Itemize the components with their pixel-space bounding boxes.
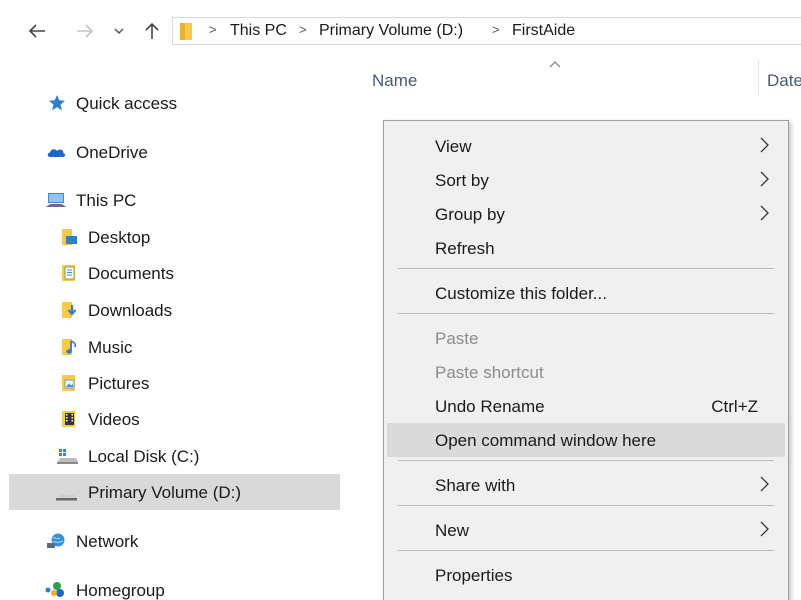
- menu-item-group-by[interactable]: Group by: [387, 197, 785, 231]
- breadcrumb-primary-volume[interactable]: Primary Volume (D:): [319, 22, 463, 40]
- desktop-folder-icon: [60, 228, 78, 246]
- sidebar-item-local-disk-c[interactable]: Local Disk (C:): [50, 439, 340, 473]
- sidebar-item-desktop[interactable]: Desktop: [50, 220, 340, 254]
- network-icon: [46, 532, 65, 550]
- breadcrumb-separator-icon: >: [492, 22, 500, 37]
- up-icon[interactable]: [141, 20, 163, 42]
- pictures-folder-icon: [60, 374, 78, 392]
- folder-icon: [179, 20, 193, 42]
- sidebar-item-music[interactable]: Music: [50, 330, 340, 364]
- breadcrumb-separator-icon: >: [209, 22, 217, 37]
- column-divider[interactable]: [758, 60, 759, 94]
- forward-icon[interactable]: [74, 20, 96, 42]
- shortcut-label: Ctrl+Z: [711, 397, 758, 416]
- sidebar-item-videos[interactable]: Videos: [50, 402, 340, 436]
- menu-separator: [398, 313, 774, 314]
- sidebar-item-this-pc[interactable]: This PC: [40, 183, 340, 217]
- sidebar-item-onedrive[interactable]: OneDrive: [40, 135, 340, 169]
- sidebar-item-downloads[interactable]: Downloads: [50, 293, 340, 327]
- menu-separator: [398, 505, 774, 506]
- menu-item-paste-shortcut: Paste shortcut: [435, 363, 544, 382]
- submenu-arrow-icon: [759, 205, 769, 221]
- menu-item-undo-rename[interactable]: Undo Rename Ctrl+Z: [387, 389, 785, 423]
- breadcrumb-separator-icon: >: [299, 22, 307, 37]
- windows-drive-icon: [56, 447, 78, 465]
- menu-item-open-command-window[interactable]: Open command window here: [387, 423, 785, 457]
- submenu-arrow-icon: [759, 171, 769, 187]
- sidebar-item-network[interactable]: Network: [40, 524, 340, 558]
- menu-item-view[interactable]: View: [387, 129, 785, 163]
- downloads-folder-icon: [60, 301, 78, 319]
- menu-item-share-with[interactable]: Share with: [387, 468, 785, 502]
- menu-separator: [398, 550, 774, 551]
- sidebar-item-documents[interactable]: Documents: [50, 256, 340, 290]
- breadcrumb-this-pc[interactable]: This PC: [230, 22, 287, 40]
- menu-separator: [398, 460, 774, 461]
- sidebar-item-quick-access[interactable]: Quick access: [40, 86, 340, 120]
- star-icon: [48, 94, 66, 112]
- back-icon[interactable]: [26, 20, 48, 42]
- menu-separator: [398, 268, 774, 269]
- music-folder-icon: [60, 338, 78, 356]
- column-header-name[interactable]: Name: [372, 71, 417, 91]
- sort-ascending-icon: [548, 56, 562, 68]
- menu-item-customize-folder[interactable]: Customize this folder...: [387, 276, 785, 310]
- column-header-date[interactable]: Date: [767, 71, 801, 91]
- drive-icon: [55, 484, 77, 502]
- menu-item-properties[interactable]: Properties: [387, 558, 785, 592]
- context-menu: View Sort by Group by Refresh Customize …: [383, 120, 789, 600]
- sidebar-item-homegroup[interactable]: Homegroup: [40, 573, 340, 600]
- menu-item-new[interactable]: New: [387, 513, 785, 547]
- computer-icon: [46, 191, 66, 209]
- file-explorer-window: > This PC > Primary Volume (D:) > FirstA…: [0, 0, 801, 600]
- breadcrumb-firstaide[interactable]: FirstAide: [512, 22, 575, 40]
- videos-folder-icon: [60, 410, 78, 428]
- sidebar-item-primary-volume-d[interactable]: Primary Volume (D:): [9, 474, 340, 510]
- menu-item-sort-by[interactable]: Sort by: [387, 163, 785, 197]
- menu-item-paste: Paste: [435, 329, 479, 348]
- submenu-arrow-icon: [759, 137, 769, 153]
- homegroup-icon: [44, 581, 64, 599]
- menu-item-refresh[interactable]: Refresh: [387, 231, 785, 265]
- documents-folder-icon: [60, 264, 78, 282]
- sidebar-item-pictures[interactable]: Pictures: [50, 366, 340, 400]
- submenu-arrow-icon: [759, 476, 769, 492]
- cloud-icon: [46, 143, 66, 161]
- navigation-bar: > This PC > Primary Volume (D:) > FirstA…: [0, 10, 801, 52]
- submenu-arrow-icon: [759, 521, 769, 537]
- recent-locations-chevron-icon[interactable]: [112, 20, 126, 42]
